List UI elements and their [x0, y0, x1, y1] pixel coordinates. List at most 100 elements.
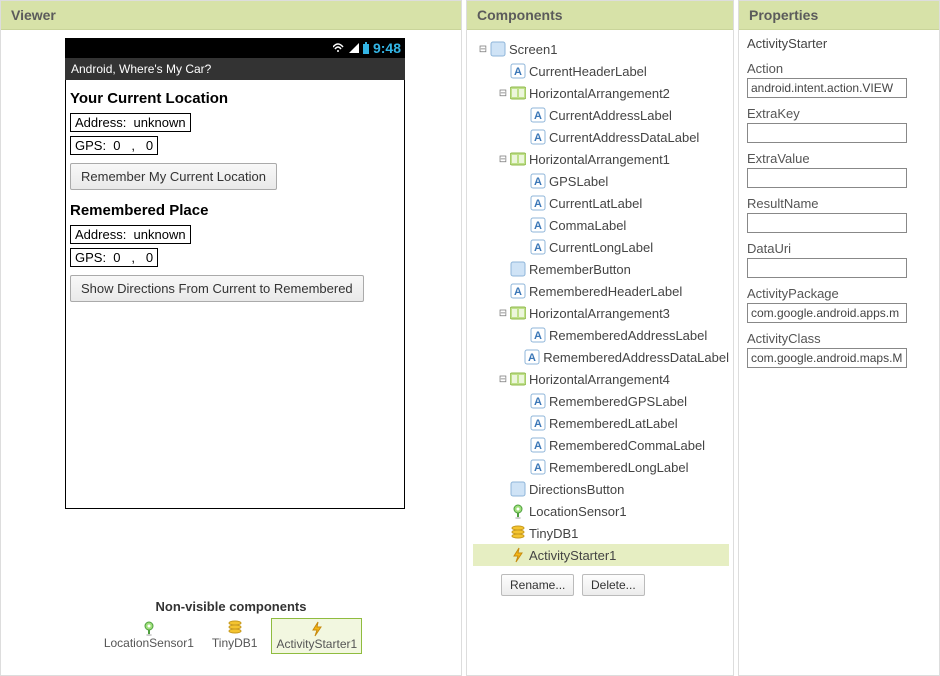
tree-node-CurrentLatLabel[interactable]: CurrentLatLabel — [473, 192, 729, 214]
tree-node-TinyDB1[interactable]: TinyDB1 — [473, 522, 729, 544]
tree-node-label: CurrentLongLabel — [549, 240, 653, 255]
property-input-DataUri[interactable] — [747, 258, 907, 278]
tree-node-RememberedGPSLabel[interactable]: RememberedGPSLabel — [473, 390, 729, 412]
current-lat-label[interactable]: 0 — [113, 138, 120, 153]
tree-node-LocationSensor1[interactable]: LocationSensor1 — [473, 500, 729, 522]
remembered-header-label[interactable]: Remembered Place — [70, 202, 400, 219]
tree-node-label: RememberedLatLabel — [549, 416, 678, 431]
tree-node-CurrentAddressLabel[interactable]: CurrentAddressLabel — [473, 104, 729, 126]
tree-node-CurrentAddressDataLabel[interactable]: CurrentAddressDataLabel — [473, 126, 729, 148]
tree-node-label: CurrentLatLabel — [549, 196, 642, 211]
tree-node-RememberedAddressLabel[interactable]: RememberedAddressLabel — [473, 324, 729, 346]
harr-icon — [510, 305, 526, 321]
nonvisible-item-TinyDB1[interactable]: TinyDB1 — [208, 618, 262, 652]
label-icon — [530, 437, 546, 453]
remembered-gps-label[interactable]: GPS: — [75, 250, 113, 265]
horizontal-arrangement-1[interactable]: GPS: 0 , 0 — [70, 136, 158, 155]
nonvisible-item-LocationSensor1[interactable]: LocationSensor1 — [100, 618, 198, 652]
form-icon — [510, 481, 526, 497]
tree-node-HorizontalArrangement4[interactable]: ⊟ HorizontalArrangement4 — [473, 368, 729, 390]
horizontal-arrangement-2[interactable]: Address: unknown — [70, 113, 191, 132]
tree-node-HorizontalArrangement1[interactable]: ⊟HorizontalArrangement1 — [473, 148, 729, 170]
tree-toggle-icon[interactable]: ⊟ — [497, 88, 509, 99]
property-input-ExtraKey[interactable] — [747, 123, 907, 143]
components-tree[interactable]: ⊟Screen1CurrentHeaderLabel⊟HorizontalArr… — [471, 34, 729, 570]
current-header-label[interactable]: Your Current Location — [70, 90, 400, 107]
label-icon — [510, 283, 526, 299]
tree-node-CommaLabel[interactable]: CommaLabel — [473, 214, 729, 236]
remembered-address-label[interactable]: Address: — [75, 227, 134, 242]
location-icon — [141, 620, 157, 636]
tree-node-label: HorizontalArrangement4 — [529, 372, 670, 387]
current-address-label[interactable]: Address: — [75, 115, 134, 130]
nonvisible-item-label: ActivityStarter1 — [276, 637, 357, 651]
location-icon — [510, 503, 526, 519]
tree-node-RememberButton[interactable]: RememberButton — [473, 258, 729, 280]
tree-node-CurrentHeaderLabel[interactable]: CurrentHeaderLabel — [473, 60, 729, 82]
remembered-long-label[interactable]: 0 — [146, 250, 153, 265]
tree-node-label: Screen1 — [509, 42, 557, 57]
property-input-Action[interactable]: android.intent.action.VIEW — [747, 78, 907, 98]
signal-icon — [349, 43, 359, 53]
tree-node-label: RememberedGPSLabel — [549, 394, 687, 409]
tree-node-label: RememberedHeaderLabel — [529, 284, 682, 299]
properties-header: Properties — [739, 1, 939, 30]
tree-toggle-icon[interactable]: ⊟ — [497, 374, 509, 385]
form-icon — [490, 41, 506, 57]
tree-node-CurrentLongLabel[interactable]: CurrentLongLabel — [473, 236, 729, 258]
rename-button[interactable]: Rename... — [501, 574, 574, 596]
remember-button[interactable]: Remember My Current Location — [70, 163, 277, 190]
label-icon — [510, 63, 526, 79]
tree-node-label: CurrentHeaderLabel — [529, 64, 647, 79]
tree-toggle-icon[interactable]: ⊟ — [497, 308, 509, 319]
tree-node-RememberedCommaLabel[interactable]: RememberedCommaLabel — [473, 434, 729, 456]
tree-node-Screen1[interactable]: ⊟ Screen1 — [473, 38, 729, 60]
nonvisible-item-ActivityStarter1[interactable]: ActivityStarter1 — [271, 618, 362, 654]
android-status-bar: 9:48 — [65, 38, 405, 58]
property-input-ActivityPackage[interactable]: com.google.android.apps.m — [747, 303, 907, 323]
tree-node-RememberedLatLabel[interactable]: RememberedLatLabel — [473, 412, 729, 434]
tree-node-RememberedHeaderLabel[interactable]: RememberedHeaderLabel — [473, 280, 729, 302]
gps-label[interactable]: GPS: — [75, 138, 113, 153]
harr-icon — [510, 85, 526, 101]
tree-node-HorizontalArrangement3[interactable]: ⊟HorizontalArrangement3 — [473, 302, 729, 324]
tree-node-HorizontalArrangement2[interactable]: ⊟ HorizontalArrangement2 — [473, 82, 729, 104]
properties-body: ActivityStarter Actionandroid.intent.act… — [739, 30, 939, 675]
property-ExtraKey: ExtraKey — [747, 106, 931, 143]
components-panel: Components ⊟Screen1CurrentHeaderLabel⊟Ho… — [466, 0, 734, 676]
tree-toggle-icon[interactable]: ⊟ — [497, 154, 509, 165]
status-time: 9:48 — [373, 40, 401, 56]
current-long-label[interactable]: 0 — [146, 138, 153, 153]
remembered-comma-label[interactable]: , — [121, 250, 146, 265]
horizontal-arrangement-3[interactable]: Address: unknown — [70, 225, 191, 244]
label-icon — [530, 459, 546, 475]
remembered-lat-label[interactable]: 0 — [113, 250, 120, 265]
property-label: ActivityClass — [747, 331, 931, 346]
app-screen[interactable]: Your Current Location Address: unknown G… — [65, 80, 405, 509]
tree-node-label: HorizontalArrangement2 — [529, 86, 670, 101]
property-input-ActivityClass[interactable]: com.google.android.maps.M — [747, 348, 907, 368]
current-address-data-label[interactable]: unknown — [134, 115, 186, 130]
label-icon — [530, 107, 546, 123]
tree-node-RememberedLongLabel[interactable]: RememberedLongLabel — [473, 456, 729, 478]
property-input-ResultName[interactable] — [747, 213, 907, 233]
tree-node-RememberedAddressDataLabel[interactable]: RememberedAddressDataLabel — [473, 346, 729, 368]
tree-node-DirectionsButton[interactable]: DirectionsButton — [473, 478, 729, 500]
harr-icon — [510, 371, 526, 387]
tree-node-ActivityStarter1[interactable]: ActivityStarter1 — [473, 544, 729, 566]
property-label: ActivityPackage — [747, 286, 931, 301]
db-icon — [227, 620, 243, 636]
horizontal-arrangement-4[interactable]: GPS: 0 , 0 — [70, 248, 158, 267]
comma-label[interactable]: , — [121, 138, 146, 153]
harr-icon — [510, 151, 526, 167]
label-icon — [530, 393, 546, 409]
delete-button[interactable]: Delete... — [582, 574, 645, 596]
property-input-ExtraValue[interactable] — [747, 168, 907, 188]
label-icon — [530, 129, 546, 145]
directions-button[interactable]: Show Directions From Current to Remember… — [70, 275, 364, 302]
remembered-address-data-label[interactable]: unknown — [134, 227, 186, 242]
tree-node-label: RememberedLongLabel — [549, 460, 688, 475]
form-icon — [510, 261, 526, 277]
tree-node-GPSLabel[interactable]: GPSLabel — [473, 170, 729, 192]
tree-toggle-icon[interactable]: ⊟ — [477, 44, 489, 55]
